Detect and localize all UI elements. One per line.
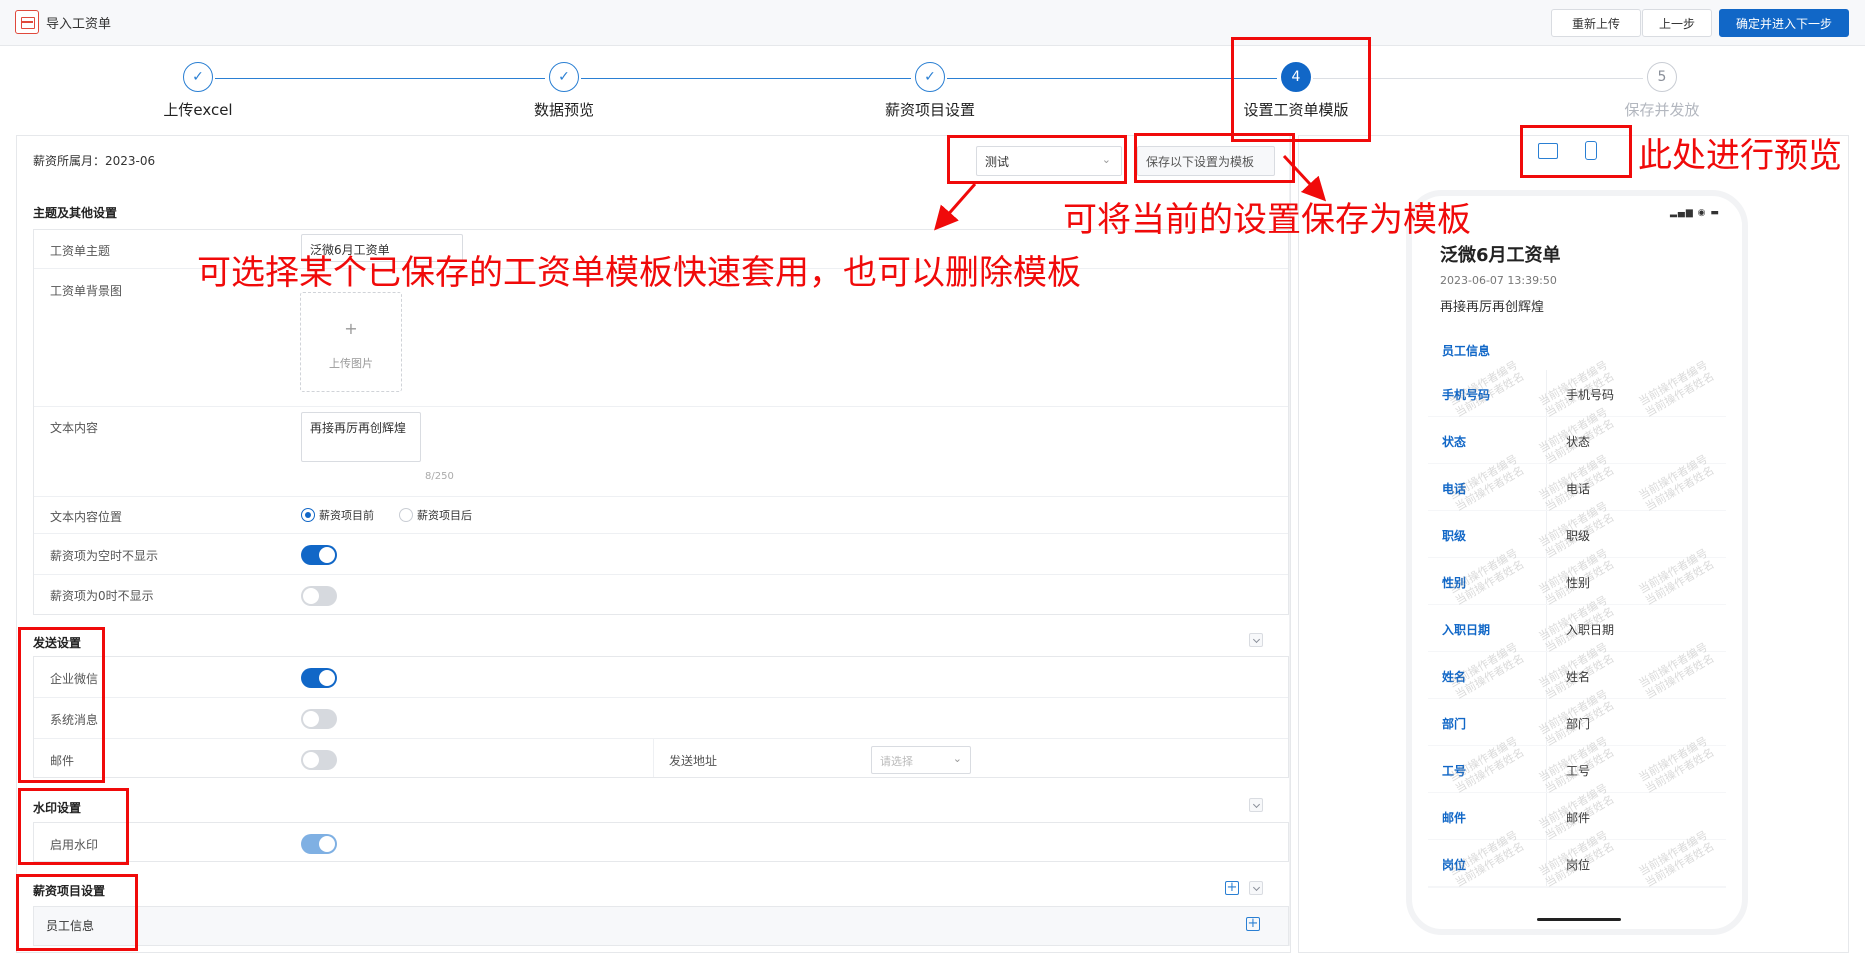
preview-field-key: 职级 xyxy=(1442,529,1467,543)
enable-watermark-toggle[interactable] xyxy=(301,834,337,854)
step-5-label: 保存并发放 xyxy=(1624,101,1700,119)
preview-title: 泛微6月工资单 xyxy=(1440,245,1561,266)
next-step-button[interactable]: 确定并进入下一步 xyxy=(1719,9,1849,37)
subject-label: 工资单主题 xyxy=(50,244,111,258)
wechat-toggle[interactable] xyxy=(301,668,337,688)
position-before-radio[interactable] xyxy=(301,508,315,522)
text-content-textarea[interactable]: 再接再厉再创辉煌 xyxy=(301,412,421,462)
signal-wifi-battery-icon: ▂▄▆ ◉ ▬ xyxy=(1670,208,1720,218)
scrollbar[interactable] xyxy=(1289,136,1290,946)
hide-zero-toggle[interactable] xyxy=(301,586,337,606)
step-3-check-icon: ✓ xyxy=(915,62,945,92)
hide-zero-label: 薪资项为0时不显示 xyxy=(50,589,154,603)
position-before-label: 薪资项目前 xyxy=(319,509,374,522)
preview-field-key: 邮件 xyxy=(1442,811,1467,825)
step-2-label: 数据预览 xyxy=(533,101,595,119)
annotation-box-send xyxy=(18,627,105,783)
salary-section-collapse-icon[interactable] xyxy=(1249,881,1263,895)
reupload-button[interactable]: 重新上传 xyxy=(1551,9,1641,37)
plus-icon: + xyxy=(344,319,358,338)
divider xyxy=(34,574,1288,575)
annotation-box-watermark xyxy=(18,788,129,865)
upload-image-button[interactable]: + 上传图片 xyxy=(300,292,402,392)
annotation-box-preview-toggle xyxy=(1520,125,1632,178)
annotation-box-salary xyxy=(16,874,138,951)
position-after-radio[interactable] xyxy=(399,508,413,522)
system-message-toggle[interactable] xyxy=(301,709,337,729)
payroll-icon xyxy=(15,10,39,34)
send-section-collapse-icon[interactable] xyxy=(1249,633,1263,647)
divider xyxy=(34,533,1288,534)
home-indicator xyxy=(1537,918,1621,921)
employee-info-group[interactable] xyxy=(33,906,1289,946)
step-connector xyxy=(947,78,1277,79)
preview-text: 再接再厉再创辉煌 xyxy=(1440,300,1545,315)
add-item-icon[interactable]: + xyxy=(1246,917,1260,931)
send-address-placeholder: 请选择 xyxy=(880,755,913,768)
divider xyxy=(34,738,1288,739)
step-connector xyxy=(581,78,911,79)
divider xyxy=(34,697,1288,698)
annotation-preview-hint: 此处进行预览 xyxy=(1638,136,1842,176)
annotation-box-step4 xyxy=(1231,37,1371,142)
text-count: 8/250 xyxy=(425,471,454,482)
watermark-section-box xyxy=(33,822,1289,862)
step-1-label: 上传excel xyxy=(163,101,233,119)
prev-step-button[interactable]: 上一步 xyxy=(1642,9,1712,37)
send-address-select[interactable]: 请选择 ⌄ xyxy=(871,746,971,774)
position-after-label: 薪资项目后 xyxy=(417,509,472,522)
email-toggle[interactable] xyxy=(301,750,337,770)
salary-month: 薪资所属月：2023-06 xyxy=(33,154,156,168)
preview-field-key: 入职日期 xyxy=(1442,623,1491,637)
step-5-number: 5 xyxy=(1647,62,1677,92)
top-bar: 导入工资单 重新上传 上一步 确定并进入下一步 xyxy=(0,0,1865,46)
step-3-label: 薪资项目设置 xyxy=(884,101,976,119)
divider xyxy=(34,406,1288,407)
preview-datetime: 2023-06-07 13:39:50 xyxy=(1440,274,1557,287)
divider xyxy=(34,496,1288,497)
chevron-down-icon: ⌄ xyxy=(952,752,962,765)
annotation-save-hint: 可将当前的设置保存为模板 xyxy=(1063,200,1471,240)
upload-label: 上传图片 xyxy=(329,357,373,370)
background-label: 工资单背景图 xyxy=(50,284,123,298)
watermark-section-collapse-icon[interactable] xyxy=(1249,798,1263,812)
preview-group-label: 员工信息 xyxy=(1442,344,1491,358)
preview-panel: ▂▄▆ ◉ ▬ 泛微6月工资单 2023-06-07 13:39:50 再接再厉… xyxy=(1298,135,1849,953)
hide-empty-label: 薪资项为空时不显示 xyxy=(50,549,159,563)
hide-empty-toggle[interactable] xyxy=(301,545,337,565)
phone-frame: ▂▄▆ ◉ ▬ 泛微6月工资单 2023-06-07 13:39:50 再接再厉… xyxy=(1406,190,1748,935)
send-section-box xyxy=(33,656,1289,778)
send-address-label: 发送地址 xyxy=(669,754,718,768)
page-title: 导入工资单 xyxy=(46,17,112,32)
preview-field-key: 状态 xyxy=(1442,435,1467,449)
preview-field-key: 部门 xyxy=(1442,717,1467,731)
theme-section-title: 主题及其他设置 xyxy=(33,206,118,220)
text-content-label: 文本内容 xyxy=(50,421,99,435)
text-position-label: 文本内容位置 xyxy=(50,510,123,524)
divider xyxy=(653,739,654,777)
annotation-box-template-select xyxy=(947,135,1127,184)
step-1-check-icon: ✓ xyxy=(183,62,213,92)
step-connector xyxy=(215,78,545,79)
step-2-check-icon: ✓ xyxy=(549,62,579,92)
add-group-icon[interactable]: + xyxy=(1225,881,1239,895)
annotation-box-save-template xyxy=(1134,133,1295,183)
annotation-template-hint: 可选择某个已保存的工资单模板快速套用，也可以删除模板 xyxy=(197,253,1081,293)
